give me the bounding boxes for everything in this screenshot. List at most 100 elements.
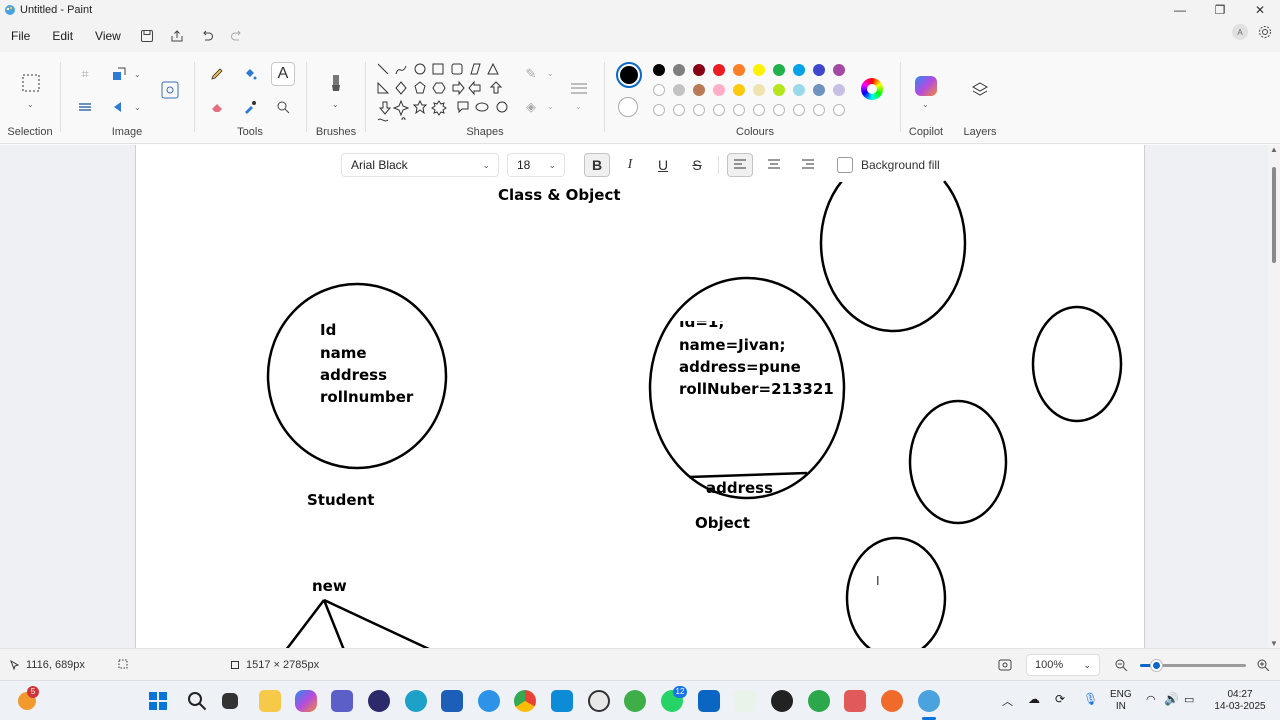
align-center-button[interactable] (761, 153, 787, 177)
edge-icon[interactable] (405, 690, 427, 712)
crop-icon[interactable]: ⌗ (73, 62, 97, 86)
colour-swatch[interactable] (733, 84, 745, 96)
colour-swatch[interactable] (653, 64, 665, 76)
menu-file[interactable]: File (0, 29, 41, 43)
outline-icon[interactable]: ✎ (519, 62, 543, 86)
zoom-out-icon[interactable] (1114, 659, 1128, 671)
wifi-icon[interactable]: ◠ (1146, 693, 1156, 706)
green-leaf-app-icon[interactable] (808, 690, 830, 712)
colour-swatch[interactable] (733, 64, 745, 76)
menu-view[interactable]: View (84, 29, 132, 43)
zoom-in-icon[interactable] (1256, 659, 1270, 671)
colour-swatch[interactable] (833, 84, 845, 96)
secondary-colour-swatch[interactable] (618, 97, 638, 117)
shape-fill-chevron-icon[interactable]: ⌄ (547, 102, 554, 111)
font-size-dropdown[interactable]: 18 ⌄ (507, 153, 565, 177)
brushes-chevron-icon[interactable]: ⌄ (332, 100, 339, 109)
microphone-icon[interactable]: 🎙 (1083, 692, 1098, 706)
colour-swatch[interactable] (713, 64, 725, 76)
sync-icon[interactable]: ⟳ (1055, 692, 1065, 706)
shapes-gallery-icons[interactable] (375, 62, 517, 124)
colour-swatch[interactable] (813, 84, 825, 96)
orange-app-icon[interactable] (881, 690, 903, 712)
align-left-button[interactable] (727, 153, 753, 177)
store-icon[interactable] (441, 690, 463, 712)
custom-colour-slot[interactable] (773, 104, 785, 116)
custom-colour-slot[interactable] (693, 104, 705, 116)
size-icon[interactable] (567, 77, 591, 101)
custom-colour-slot[interactable] (673, 104, 685, 116)
remove-background-icon[interactable] (73, 95, 97, 119)
obs-icon[interactable] (771, 690, 793, 712)
eraser-icon[interactable] (205, 95, 229, 119)
custom-colour-slot[interactable] (793, 104, 805, 116)
teams-icon[interactable] (331, 690, 353, 712)
save-icon[interactable] (132, 23, 162, 49)
shape-fill-icon[interactable]: ◈ (519, 95, 543, 119)
zoom-slider[interactable] (1140, 660, 1246, 671)
background-fill-checkbox[interactable] (837, 157, 853, 173)
selection-chevron-icon[interactable]: ⌄ (27, 100, 34, 109)
mysql-icon[interactable] (551, 690, 573, 712)
redo-icon[interactable] (222, 23, 252, 49)
custom-colour-slot[interactable] (713, 104, 725, 116)
drawing-canvas[interactable]: Class & Object Id name address rollnumbe… (135, 145, 1145, 648)
vertical-scrollbar[interactable]: ▲ ▼ (1268, 145, 1280, 648)
linkedin-icon[interactable] (698, 690, 720, 712)
colour-swatch[interactable] (833, 64, 845, 76)
colour-swatch[interactable] (773, 84, 785, 96)
fit-to-window-icon[interactable] (998, 659, 1012, 671)
layers-icon[interactable] (968, 78, 992, 102)
undo-icon[interactable] (192, 23, 222, 49)
search-icon[interactable] (187, 691, 207, 711)
colour-swatch[interactable] (773, 64, 785, 76)
resize-chevron-icon[interactable]: ⌄ (134, 70, 141, 79)
tray-chevron-icon[interactable]: ︿ (1002, 693, 1013, 709)
colour-swatch[interactable] (693, 84, 705, 96)
primary-colour-swatch[interactable] (616, 62, 642, 88)
language-indicator[interactable]: ENG IN (1110, 689, 1132, 713)
file-explorer-icon[interactable] (259, 690, 281, 712)
custom-colour-slot[interactable] (653, 104, 665, 116)
chrome-icon[interactable] (514, 690, 536, 712)
brush-icon[interactable] (324, 72, 348, 96)
red-app-icon[interactable] (844, 690, 866, 712)
share-icon[interactable] (162, 23, 192, 49)
font-family-dropdown[interactable]: Arial Black ⌄ (341, 153, 499, 177)
strikethrough-button[interactable]: S (684, 153, 710, 177)
minimize-button[interactable]: — (1160, 0, 1200, 20)
copilot-icon[interactable] (915, 76, 937, 96)
copilot-chevron-icon[interactable]: ⌄ (922, 100, 929, 109)
colour-swatch[interactable] (793, 84, 805, 96)
text-tool-icon[interactable]: A (271, 62, 295, 86)
colour-swatch[interactable] (673, 64, 685, 76)
flip-icon[interactable] (107, 95, 131, 119)
green-app-icon[interactable] (624, 690, 646, 712)
chatgpt-icon[interactable] (588, 690, 610, 712)
onedrive-icon[interactable]: ☁ (1028, 692, 1040, 706)
restore-button[interactable]: ❐ (1200, 0, 1240, 20)
colour-swatch[interactable] (753, 64, 765, 76)
java-ide-icon[interactable] (478, 690, 500, 712)
battery-icon[interactable]: ▭ (1184, 693, 1194, 706)
custom-colour-slot[interactable] (753, 104, 765, 116)
windows-start-icon[interactable] (148, 691, 168, 711)
colour-picker-icon[interactable] (238, 95, 262, 119)
resize-icon[interactable] (107, 62, 131, 86)
account-avatar[interactable]: A (1232, 24, 1248, 40)
app-dark-circle-icon[interactable] (368, 690, 390, 712)
image-creator-icon[interactable] (158, 78, 182, 102)
edit-colours-icon[interactable] (861, 78, 883, 100)
colour-swatch[interactable] (793, 64, 805, 76)
magnifier-icon[interactable] (271, 95, 295, 119)
italic-button[interactable]: I (617, 153, 643, 177)
close-button[interactable]: ✕ (1240, 0, 1280, 20)
paint-taskbar-icon[interactable] (918, 690, 940, 712)
clock[interactable]: 04:27 14-03-2025 (1206, 689, 1274, 713)
scroll-down-icon[interactable]: ▼ (1270, 639, 1278, 648)
flip-chevron-icon[interactable]: ⌄ (134, 103, 141, 112)
custom-colour-slot[interactable] (813, 104, 825, 116)
scroll-up-icon[interactable]: ▲ (1270, 145, 1278, 154)
copilot-taskbar-icon[interactable] (295, 690, 317, 712)
colour-swatch[interactable] (653, 84, 665, 96)
